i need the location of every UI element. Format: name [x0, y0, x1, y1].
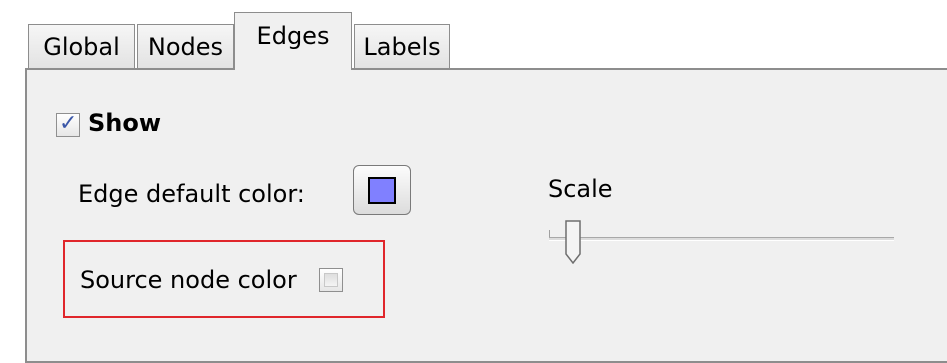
edges-tab-panel: [25, 68, 947, 363]
scale-label: Scale: [548, 175, 613, 203]
source-node-color-checkbox[interactable]: [319, 268, 343, 292]
edge-default-color-label: Edge default color:: [78, 180, 305, 208]
edge-color-button[interactable]: [353, 165, 411, 215]
slider-tick-mark: [549, 230, 550, 237]
tab-labels[interactable]: Labels: [354, 24, 450, 69]
check-mark-icon: ✓: [59, 111, 78, 136]
source-node-color-label: Source node color: [80, 266, 297, 294]
scale-slider-thumb[interactable]: [565, 220, 582, 265]
edges-settings-window: Global Nodes Edges Labels ✓ Show Edge de…: [0, 0, 947, 363]
tab-global[interactable]: Global: [28, 24, 135, 69]
show-label: Show: [88, 109, 162, 137]
tab-edges-label: Edges: [256, 21, 330, 50]
color-swatch: [368, 177, 396, 204]
tab-bar: Global Nodes Edges Labels: [28, 12, 947, 70]
tab-edges[interactable]: Edges: [234, 12, 352, 70]
checkbox-empty-icon: [324, 273, 338, 287]
tab-labels-label: Labels: [363, 33, 441, 61]
tab-nodes-label: Nodes: [147, 33, 224, 61]
show-checkbox[interactable]: ✓: [56, 111, 80, 137]
tab-nodes[interactable]: Nodes: [137, 24, 234, 69]
scale-slider-track[interactable]: [549, 237, 894, 241]
tab-global-label: Global: [43, 33, 120, 61]
